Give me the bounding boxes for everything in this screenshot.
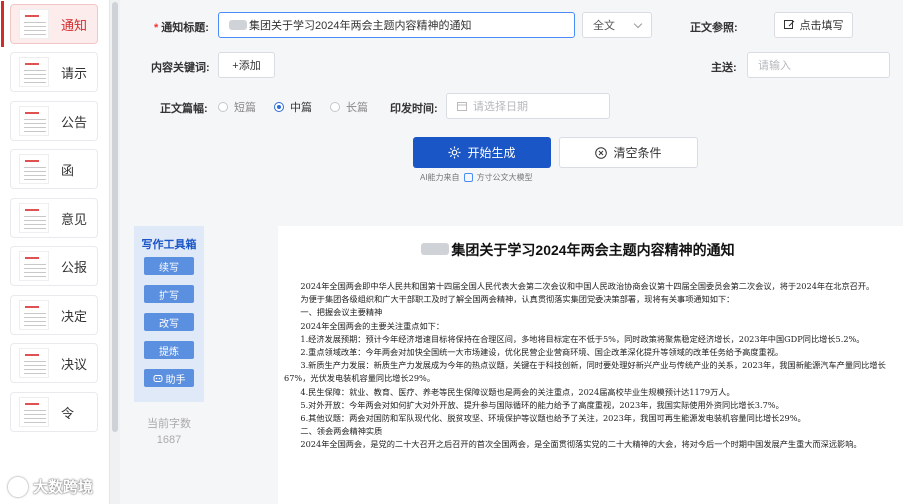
expand-button[interactable]: 扩写 [144, 285, 194, 303]
keywords-label: 内容关键词: [151, 62, 210, 74]
document-paragraph: 2024年全国两会，是党的二十大召开之后召开的首次全国两会，是全面贯彻落实党的二… [284, 439, 862, 450]
sidebar-item-announcement[interactable]: 公告 [10, 101, 98, 141]
document-paragraph: 2024年全国两会即中华人民共和国第十四届全国人民代表大会第二次会议和中国人民政… [284, 281, 875, 291]
sidebar-item-label: 令 [61, 405, 75, 421]
title-input[interactable]: 集团关于学习2024年两会主题内容精神的通知 [218, 12, 575, 38]
chevron-down-icon [633, 19, 643, 28]
doc-type-sidebar: 通知 请示 公告 函 意见 公报 决定 决议 令 [0, 0, 110, 504]
document-paragraph: 2.重点领域改革：今年两会对加快全国统一大市场建设，优化民营企业营商环境、国企改… [284, 347, 784, 358]
sidebar-item-label: 公报 [61, 259, 88, 275]
word-count-label: 当前字数 [147, 418, 191, 430]
reference-label: 正文参照: [690, 22, 738, 34]
generated-document[interactable]: 集团关于学习2024年两会主题内容精神的通知 2024年全国两会即中华人民共和国… [278, 226, 903, 504]
sidebar-item-label: 决定 [61, 308, 88, 324]
clear-button[interactable]: 清空条件 [559, 137, 698, 168]
ai-source-note: AI能力来自 方寸公文大模型 [420, 173, 533, 182]
rewrite-button[interactable]: 改写 [144, 313, 194, 331]
sidebar-item-label: 函 [61, 162, 75, 178]
sidebar-item-notice[interactable]: 通知 [1, 1, 98, 47]
sidebar-item-request[interactable]: 请示 [10, 52, 98, 92]
document-paragraph: 5.对外开放：今年两会对如何扩大对外开放、提升参与国际循环的能力给予了高度重视，… [284, 399, 784, 410]
generate-button[interactable]: 开始生成 [413, 137, 551, 168]
title-label: * 通知标题: [154, 22, 209, 34]
gear-icon [448, 146, 461, 159]
assistant-button[interactable]: 助手 [144, 369, 194, 387]
robot-icon [153, 375, 162, 382]
sidebar-scrollbar-thumb[interactable] [112, 2, 118, 432]
date-picker-input[interactable]: 请选择日期 [446, 93, 610, 119]
calendar-icon [457, 102, 467, 111]
continue-writing-button[interactable]: 续写 [144, 257, 194, 275]
document-paragraph: 一、把握会议主要精神 [284, 307, 383, 318]
sidebar-item-decision[interactable]: 决定 [10, 295, 98, 335]
model-logo-icon [463, 173, 473, 182]
document-paragraph: 二、领会两会精神实质 [284, 426, 383, 437]
document-thumbnail-icon [19, 348, 49, 378]
document-thumbnail-icon [19, 300, 49, 330]
document-paragraph: 3.新质生产力发展：新质生产力发展成为今年的热点议题，关键在于科技创新，同时要处… [284, 360, 886, 384]
recipient-input[interactable]: 请输入 [747, 52, 890, 78]
clear-icon [595, 146, 608, 159]
document-paragraph: 1.经济发展预期：预计今年经济增速目标将保持在合理区间，多地将目标定在不低于5%… [284, 333, 865, 344]
document-paragraph: 2024年全国两会的主要关注重点如下： [284, 320, 445, 331]
writing-toolbox: 写作工具箱 续写 扩写 改写 提炼 助手 [134, 226, 204, 402]
recipient-label: 主送: [711, 62, 737, 74]
length-option-long[interactable]: 长篇 [330, 99, 368, 115]
sidebar-item-letter[interactable]: 函 [10, 149, 98, 189]
sidebar-item-label: 请示 [61, 65, 88, 81]
sidebar-item-label: 公告 [61, 114, 88, 130]
sidebar-item-resolution[interactable]: 决议 [10, 343, 98, 383]
sidebar-item-label: 意见 [61, 211, 88, 227]
scope-select[interactable]: 全文 [582, 12, 652, 38]
word-count-value: 1687 [156, 434, 182, 446]
document-thumbnail-icon [19, 9, 49, 39]
document-body: 2024年全国两会即中华人民共和国第十四届全国人民代表大会第二次会议和中国人民政… [284, 280, 898, 452]
refine-button[interactable]: 提炼 [144, 341, 194, 359]
radio-icon [218, 102, 228, 112]
redacted-company-name [421, 243, 450, 255]
document-thumbnail-icon [19, 57, 49, 87]
document-thumbnail-icon [19, 106, 49, 136]
document-title: 集团关于学习2024年两会主题内容精神的通知 [278, 240, 878, 260]
sidebar-item-opinion[interactable]: 意见 [10, 198, 98, 238]
watermark: 大数跨境 [8, 476, 93, 497]
sidebar-item-bulletin[interactable]: 公报 [10, 246, 98, 286]
radio-checked-icon [274, 102, 284, 112]
edit-icon [783, 19, 794, 29]
app-window: 通知 请示 公告 函 意见 公报 决定 决议 令 * 通知标题: 集团关于学习2… [0, 0, 903, 504]
add-keyword-button[interactable]: +添加 [218, 52, 275, 78]
document-thumbnail-icon [19, 251, 49, 281]
length-option-medium[interactable]: 中篇 [274, 99, 312, 115]
sidebar-item-label: 通知 [61, 17, 88, 33]
length-label: 正文篇幅: [160, 103, 208, 115]
document-thumbnail-icon [19, 203, 49, 233]
document-thumbnail-icon [19, 154, 49, 184]
toolbox-title: 写作工具箱 [141, 239, 197, 251]
sidebar-item-order[interactable]: 令 [10, 392, 98, 432]
document-paragraph: 6.其他议题：两会对国防和军队现代化、脱贫攻坚、环境保护等议题也给予了关注，20… [284, 413, 806, 424]
redacted-company-name [229, 20, 247, 30]
document-paragraph: 4.民生保障：就业、教育、医疗、养老等民生保障议题也是两会的关注重点，2024届… [284, 386, 735, 397]
watermark-logo-icon [8, 476, 28, 497]
sidebar-item-label: 决议 [61, 356, 88, 372]
length-option-short[interactable]: 短篇 [218, 99, 256, 115]
radio-icon [330, 102, 340, 112]
date-label: 印发时间: [390, 103, 438, 115]
reference-fill-button[interactable]: 点击填写 [774, 12, 853, 38]
document-thumbnail-icon [19, 397, 49, 427]
document-paragraph: 为便于集团各级组织和广大干部职工及时了解全国两会精神，认真贯彻落实集团党委决策部… [284, 294, 735, 305]
